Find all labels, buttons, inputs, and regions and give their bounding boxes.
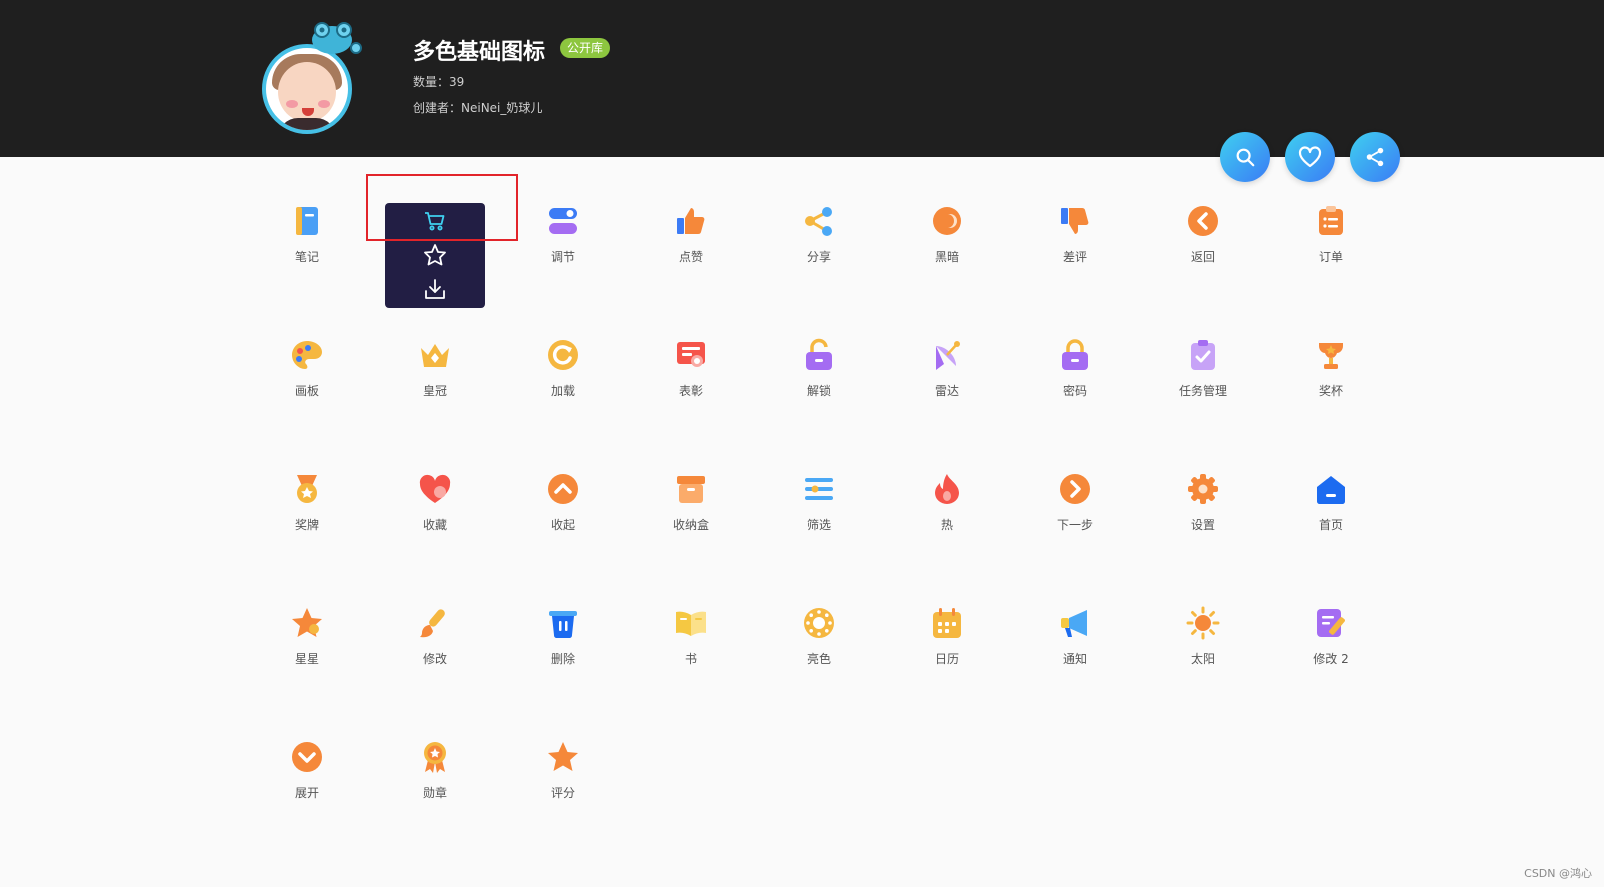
lock-icon — [1062, 339, 1088, 370]
share-icon — [1366, 147, 1384, 167]
icon-cell[interactable]: 删除 — [499, 606, 627, 706]
trophy-icon — [1319, 343, 1343, 369]
palette-icon — [292, 341, 322, 369]
icon-cell[interactable]: 收藏 — [371, 472, 499, 572]
icon-cell[interactable]: 展开 — [243, 740, 371, 840]
watermark: CSDN @鸿心 — [1524, 867, 1592, 880]
share-button[interactable] — [1350, 132, 1400, 182]
icon-cell[interactable]: 热 — [883, 472, 1011, 572]
moon-icon — [933, 207, 961, 235]
highlight-annotation — [366, 174, 518, 241]
icon-cell[interactable]: 差评 — [1011, 204, 1139, 304]
fire-icon — [935, 474, 959, 504]
megaphone-icon — [1061, 610, 1087, 637]
icon-cell[interactable]: 修改 2 — [1267, 606, 1395, 706]
loading-icon — [548, 340, 578, 370]
icon-cell[interactable]: 奖牌 — [243, 472, 371, 572]
icon-cell[interactable]: 点赞 — [627, 204, 755, 304]
filter-icon — [805, 478, 833, 500]
back-icon — [1188, 206, 1218, 236]
book-icon — [676, 611, 706, 636]
calendar-icon — [933, 608, 961, 638]
avatar-decoration-icon — [312, 22, 362, 54]
rating-icon — [548, 742, 578, 771]
heart-icon — [419, 474, 451, 503]
icon-cell[interactable]: 分享 — [755, 204, 883, 304]
icon-cell[interactable]: 亮色 — [755, 606, 883, 706]
notebook-icon — [296, 207, 318, 235]
sun-ring-icon — [804, 608, 834, 638]
icon-cell[interactable]: 皇冠 — [371, 338, 499, 438]
medal-icon — [297, 475, 317, 503]
icon-cell[interactable]: 任务管理 — [1139, 338, 1267, 438]
icon-cell[interactable]: 调节 — [499, 204, 627, 304]
icon-cell[interactable]: 笔记 — [243, 204, 371, 304]
search-icon — [1236, 148, 1255, 167]
unlock-icon — [806, 338, 832, 370]
icon-cell[interactable]: 评分 — [499, 740, 627, 840]
icon-cell[interactable]: 太阳 — [1139, 606, 1267, 706]
box-icon — [677, 476, 705, 503]
sun-icon — [1186, 606, 1220, 640]
favorite-button[interactable] — [1285, 132, 1335, 182]
icon-cell[interactable]: 收纳盒 — [627, 472, 755, 572]
crown-icon — [421, 344, 449, 367]
next-icon — [1060, 474, 1090, 504]
icon-cell[interactable]: 加载 — [499, 338, 627, 438]
heart-icon — [1298, 146, 1322, 168]
icon-cell[interactable]: 日历 — [883, 606, 1011, 706]
creator-info[interactable]: 创建者：NeiNei_奶球儿 — [413, 99, 542, 116]
icon-cell[interactable]: 书 — [627, 606, 755, 706]
share-nodes-icon — [805, 207, 832, 236]
icon-cell[interactable]: 奖杯 — [1267, 338, 1395, 438]
expand-icon — [292, 742, 322, 772]
icon-cell[interactable]: 首页 — [1267, 472, 1395, 572]
icon-cell[interactable]: 画板 — [243, 338, 371, 438]
task-icon — [1191, 340, 1215, 370]
trash-icon — [549, 611, 577, 638]
icon-cell[interactable]: 订单 — [1267, 204, 1395, 304]
icon-cell[interactable]: 黑暗 — [883, 204, 1011, 304]
icon-cell[interactable]: 收起 — [499, 472, 627, 572]
collapse-icon — [548, 474, 578, 504]
star-icon — [292, 608, 322, 637]
icon-cell[interactable]: 下一步 — [1011, 472, 1139, 572]
page-title: 多色基础图标 — [413, 40, 546, 65]
icon-cell[interactable]: 表彰 — [627, 338, 755, 438]
download-button[interactable] — [423, 277, 447, 301]
home-icon — [1317, 476, 1345, 504]
icon-count: 数量：39 — [413, 75, 465, 89]
icon-cell[interactable]: 通知 — [1011, 606, 1139, 706]
gear-icon — [1188, 474, 1218, 504]
public-library-badge: 公开库 — [560, 38, 611, 58]
search-button[interactable] — [1220, 132, 1270, 182]
collect-button[interactable] — [423, 243, 447, 267]
icon-cell[interactable]: 雷达 — [883, 338, 1011, 438]
badge-icon — [424, 742, 446, 773]
icon-cell[interactable]: 筛选 — [755, 472, 883, 572]
icon-cell[interactable]: 返回 — [1139, 204, 1267, 304]
icon-cell[interactable]: 设置 — [1139, 472, 1267, 572]
icon-cell[interactable]: 解锁 — [755, 338, 883, 438]
brush-icon — [420, 609, 445, 638]
edit-icon — [1317, 609, 1345, 637]
order-icon — [1319, 206, 1343, 235]
radar-icon — [936, 341, 960, 370]
certificate-icon — [677, 342, 705, 367]
icon-cell[interactable]: 星星 — [243, 606, 371, 706]
toggle-icon — [549, 208, 577, 234]
download-icon — [425, 279, 445, 299]
icon-cell[interactable]: 勋章 — [371, 740, 499, 840]
icon-cell[interactable]: 修改 — [371, 606, 499, 706]
thumbs-down-icon — [1061, 208, 1089, 234]
star-outline-icon — [424, 244, 446, 266]
icon-cell[interactable]: 密码 — [1011, 338, 1139, 438]
thumbs-up-icon — [677, 208, 705, 234]
